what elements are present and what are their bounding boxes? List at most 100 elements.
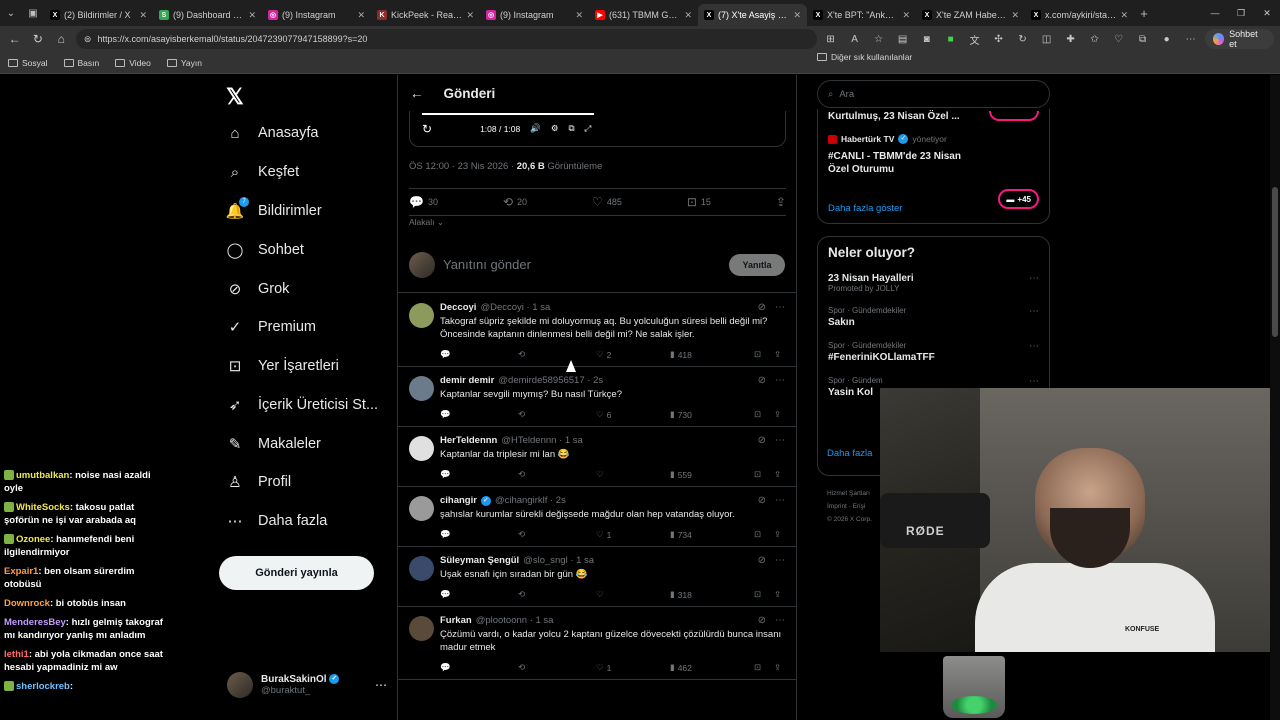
bookmark-icon[interactable]: ⊡ [754,409,774,420]
reply-icon[interactable]: 💬 [440,529,518,540]
browser-tab[interactable]: ◎ (9) Instagram ✕ [480,4,589,26]
nav-item-8[interactable]: ✎ Makaleler [226,435,321,453]
repost-action[interactable]: ⟲ 20 [503,195,527,209]
trend-item[interactable]: Spor · Gündemdekiler #FeneriniKOLlamaTFF… [828,341,1039,363]
reply-icon[interactable]: 💬 [440,409,518,420]
replay-icon[interactable]: ↻ [422,122,432,136]
repost-icon[interactable]: ⟲ [518,529,596,540]
browser-tab[interactable]: X (7) X'te Asayiş Berke ✕ [698,4,807,26]
pip-icon[interactable]: ⧉ [568,123,574,134]
close-window-icon[interactable]: ✕ [1254,0,1280,26]
minimize-icon[interactable]: — [1202,0,1228,26]
extension-icon[interactable]: ✣ [991,34,1007,45]
grok-icon[interactable]: ⊘ [758,302,766,313]
reply-input[interactable]: Yanıtını gönder [443,257,721,272]
reply-tweet[interactable]: HerTeldennn @HTeldennn · 1 sa ⊘ ⋯ Kaptanl… [398,427,796,487]
profile-avatar-icon[interactable]: ● [1159,34,1175,45]
nav-item-4[interactable]: ⊘ Grok [226,280,290,298]
workspaces-icon[interactable]: ▣ [22,0,44,26]
avatar[interactable] [409,436,434,461]
views-action[interactable]: ▮ 318 [670,589,754,600]
more-icon[interactable]: ⋯ [1029,376,1039,387]
like-action[interactable]: ♡ 6 [596,409,670,420]
more-icon[interactable]: ⋯ [775,555,785,566]
footer-link[interactable]: Hizmet Şartları [827,487,887,500]
nav-item-10[interactable]: ⋯ Daha fazla [226,512,328,530]
like-action[interactable]: ♡ 1 [596,662,670,673]
share-icon[interactable]: ⇪ [774,409,781,420]
restore-icon[interactable]: ❐ [1228,0,1254,26]
avatar[interactable] [409,616,434,641]
share-icon[interactable]: ⇪ [774,349,781,360]
live-pill[interactable] [989,111,1039,121]
footer-link[interactable]: İmprint · Erişi [827,500,887,513]
repost-icon[interactable]: ⟲ [518,349,596,360]
grok-icon[interactable]: ⊘ [758,375,766,386]
nav-item-5[interactable]: ✓ Premium [226,318,316,336]
bookmark-folder[interactable]: Yayın [166,58,202,68]
more-options-icon[interactable]: ⋯ [1183,34,1199,45]
reply-icon[interactable]: 💬 [440,469,518,480]
extension-icon[interactable]: ▤ [895,34,911,45]
copilot-chat-button[interactable]: Sohbet et [1204,29,1274,49]
more-icon[interactable]: ⋯ [375,678,387,692]
nav-item-1[interactable]: ⌕ Keşfet [226,163,299,181]
more-icon[interactable]: ⋯ [775,615,785,626]
browser-tab[interactable]: ◎ (9) Instagram ✕ [262,4,371,26]
reply-tweet[interactable]: Süleyman Şengül @slo_sngl · 1 sa ⊘ ⋯ Uşak… [398,547,796,607]
close-tab-icon[interactable]: ✕ [684,10,692,21]
share-action[interactable]: ⇪ [776,195,786,209]
live-pill[interactable]: ▬ +45 [998,189,1039,209]
refresh-extension-icon[interactable]: ↻ [1015,34,1031,45]
nav-item-3[interactable]: ◯ Sohbet [226,241,304,259]
video-progress[interactable] [422,113,594,115]
browser-tab[interactable]: S (9) Dashboard / Stre ✕ [153,4,262,26]
reply-tweet[interactable]: Deccoyi @Deccoyi · 1 sa ⊘ ⋯ Takograf süpr… [398,294,796,367]
like-action[interactable]: ♡ 485 [592,195,622,209]
tab-actions-icon[interactable]: ⌄ [0,0,22,26]
avatar[interactable] [409,496,434,521]
share-icon[interactable]: ⇪ [774,529,781,540]
like-action[interactable]: ♡ [596,589,670,600]
trend-item[interactable]: Spor · Gündemdekiler Sakın ⋯ [828,306,1039,328]
bookmark-icon[interactable]: ⊡ [754,469,774,480]
close-tab-icon[interactable]: ✕ [1120,10,1128,21]
grok-icon[interactable]: ⊘ [758,495,766,506]
more-icon[interactable]: ⋯ [1029,341,1039,352]
nav-item-9[interactable]: ♙ Profil [226,473,291,491]
more-icon[interactable]: ⋯ [1029,306,1039,317]
refresh-icon[interactable]: ↻ [29,30,46,48]
reply-author[interactable]: HerTeldennn [440,435,497,446]
show-more-link[interactable]: Daha fazla göster [828,203,902,214]
scrollbar-thumb[interactable] [1272,187,1278,337]
close-tab-icon[interactable]: ✕ [1011,10,1019,21]
other-bookmarks[interactable]: Diğer sık kullanılanlar [817,52,1052,62]
related-sort[interactable]: Alakalı ⌄ [409,217,444,228]
views-action[interactable]: ▮ 559 [670,469,754,480]
reply-submit-button[interactable]: Yanıtla [729,253,785,276]
split-screen-icon[interactable]: ◫ [1039,34,1055,45]
scrollbar[interactable] [1270,75,1280,720]
extension-icon[interactable]: ◙ [919,34,935,45]
back-icon[interactable]: ← [6,30,23,48]
share-icon[interactable]: ⇪ [774,589,781,600]
avatar[interactable] [409,376,434,401]
grok-icon[interactable]: ⊘ [758,615,766,626]
trend-item[interactable]: 23 Nisan Hayalleri Promoted by JOLLY ⋯ [828,273,1039,293]
more-icon[interactable]: ⋯ [775,495,785,506]
grok-icon[interactable]: ⊘ [758,555,766,566]
views-action[interactable]: ▮ 734 [670,529,754,540]
like-action[interactable]: ♡ [596,469,670,480]
repost-icon[interactable]: ⟲ [518,409,596,420]
extensions-puzzle-icon[interactable]: ✚ [1063,34,1079,45]
search-input[interactable]: ⌕ Ara [817,80,1050,108]
more-icon[interactable]: ⋯ [775,375,785,386]
bookmark-icon[interactable]: ⊡ [754,589,774,600]
browser-tab[interactable]: ▶ (631) TBMM Genel ✕ [589,4,698,26]
volume-icon[interactable]: 🔊 [530,123,541,134]
reply-tweet[interactable]: demir demir @demirde58956517 · 2s ⊘ ⋯ Kap… [398,367,796,427]
back-arrow-icon[interactable]: ← [410,86,424,101]
live-title[interactable]: #CANLI - TBMM'de 23 Nisan Özel Oturumu [828,150,978,176]
bookmark-action[interactable]: ⊡ 15 [687,195,711,209]
app-install-icon[interactable]: ⊞ [823,34,839,45]
